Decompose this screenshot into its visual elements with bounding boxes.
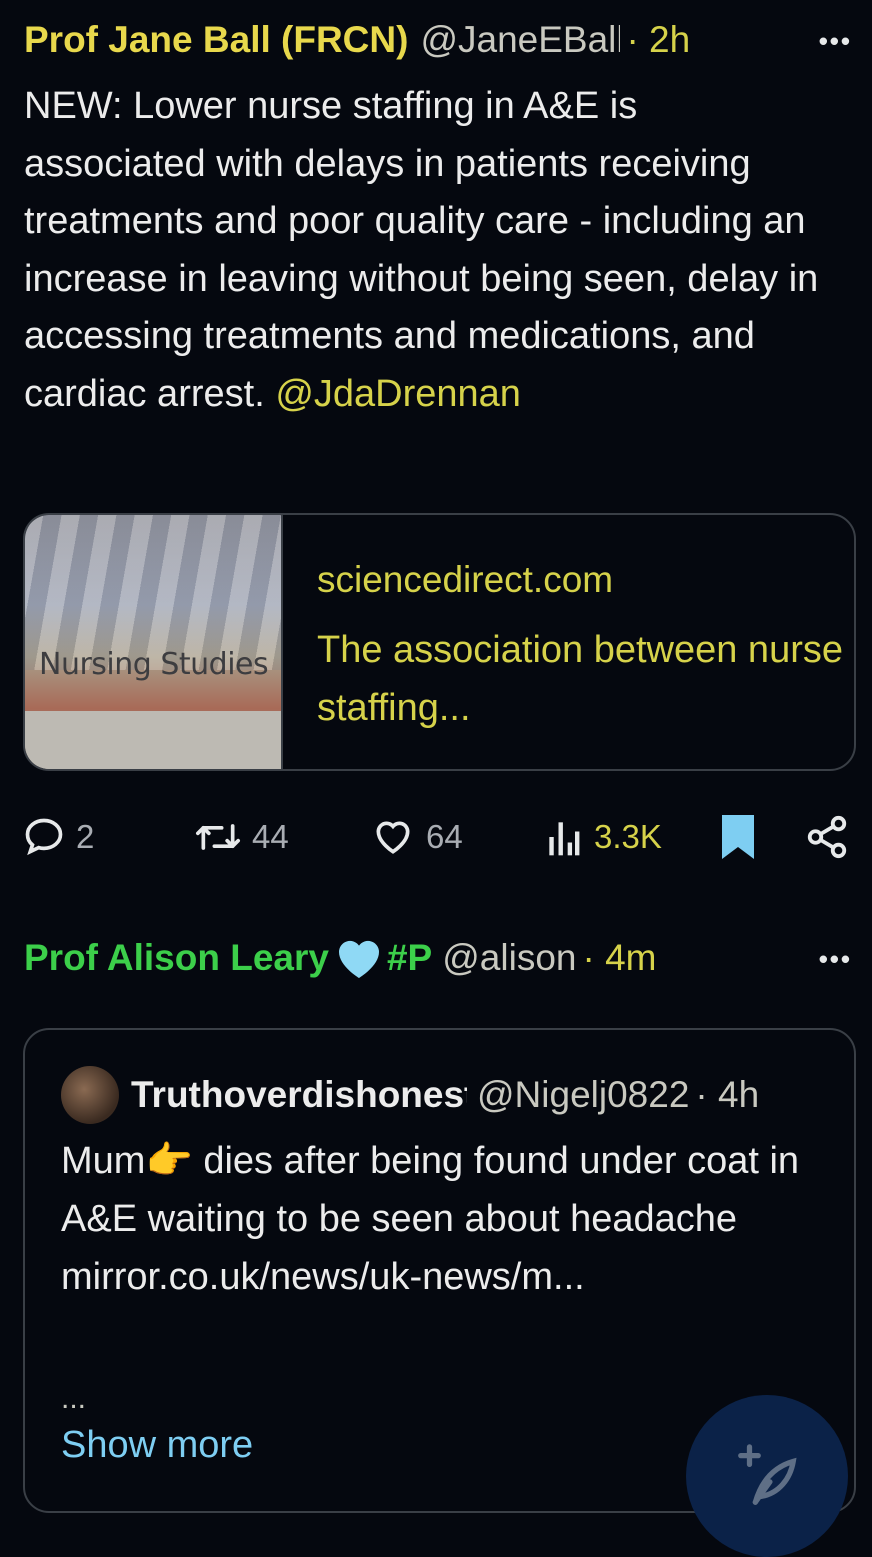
- more-options-icon[interactable]: •••: [819, 944, 852, 975]
- link-title: The association between nurse staffing..…: [317, 629, 843, 729]
- retweet-count: 44: [252, 818, 289, 855]
- author-handle[interactable]: @JaneEBall: [420, 19, 620, 61]
- more-options-icon[interactable]: •••: [819, 26, 852, 57]
- tweet-header: Prof Jane Ball (FRCN) @JaneEBall · 2h: [24, 18, 854, 62]
- journal-cover-image: Nursing Studies: [25, 515, 283, 769]
- author-display-name[interactable]: Prof Jane Ball (FRCN): [24, 19, 408, 61]
- link-domain: sciencedirect.com: [317, 559, 614, 600]
- quoted-tweet-text: Mum👉 dies after being found under coat i…: [61, 1140, 800, 1298]
- author-display-name[interactable]: Prof Alison Leary: [24, 937, 329, 979]
- quoted-author-name[interactable]: Truthoverdishonesty: [131, 1074, 467, 1116]
- like-count: 64: [426, 818, 463, 855]
- quoted-text-ellipsis: ...: [61, 1382, 87, 1415]
- share-button[interactable]: [804, 808, 850, 866]
- reply-count: 2: [76, 818, 95, 855]
- views-chart-icon: [549, 822, 580, 856]
- quoted-author-handle[interactable]: @Nigelj0822: [477, 1074, 689, 1116]
- like-button[interactable]: 64: [370, 808, 463, 866]
- reply-button[interactable]: 2: [22, 808, 94, 866]
- reply-icon: [25, 818, 63, 856]
- retweet-icon: [195, 824, 240, 850]
- tweet-header: Prof Alison Leary #P @alison · 4m: [24, 936, 854, 980]
- view-count: 3.3K: [594, 818, 662, 855]
- tweet-time: · 4m: [582, 937, 657, 978]
- tweet-text: NEW: Lower nurse staffing in A&E is asso…: [24, 78, 824, 423]
- mention-link[interactable]: @JdaDrennan: [275, 373, 521, 415]
- tweet-time: · 2h: [626, 19, 691, 60]
- quoted-tweet-time: · 4h: [695, 1074, 760, 1115]
- show-more-link[interactable]: Show more: [61, 1424, 253, 1467]
- tweet-actions: 2 44 64 3.3K: [22, 808, 852, 866]
- author-handle[interactable]: @alison: [442, 937, 576, 979]
- bookmark-button[interactable]: [718, 808, 758, 866]
- compose-icon: [738, 1444, 797, 1505]
- retweet-button[interactable]: 44: [194, 808, 289, 866]
- share-icon: [807, 815, 847, 859]
- blue-heart-icon: [338, 940, 379, 978]
- journal-cover-title: Nursing Studies: [39, 647, 269, 682]
- avatar[interactable]: [61, 1066, 119, 1124]
- author-display-name-suffix[interactable]: #P: [387, 937, 432, 979]
- quoted-tweet-header: Truthoverdishonesty @Nigelj0822 · 4h: [61, 1066, 841, 1124]
- heart-icon: [376, 821, 410, 854]
- views-button[interactable]: 3.3K: [544, 808, 662, 866]
- tweet-text-content: NEW: Lower nurse staffing in A&E is asso…: [24, 85, 819, 415]
- link-preview-card[interactable]: Nursing Studies sciencedirect.com The as…: [23, 513, 856, 771]
- compose-button[interactable]: [686, 1395, 848, 1557]
- bookmark-icon: [722, 815, 754, 859]
- link-card-text: sciencedirect.com The association betwee…: [283, 515, 854, 769]
